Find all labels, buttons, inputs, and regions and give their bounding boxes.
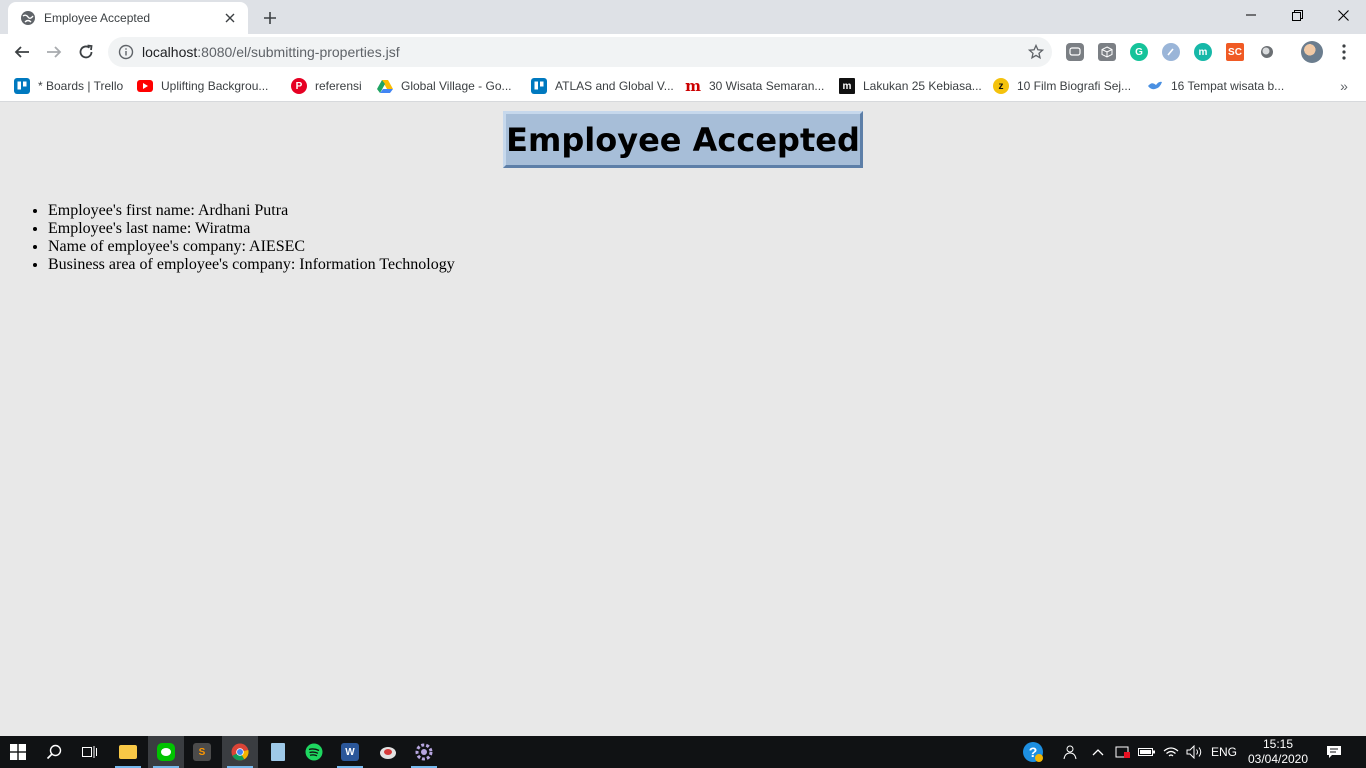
grammarly-icon[interactable]: G — [1130, 43, 1148, 61]
chevron-up-icon[interactable] — [1088, 736, 1108, 768]
bookmarks-bar: * Boards | Trello Uplifting Backgrou... … — [0, 70, 1366, 102]
chrome-icon[interactable] — [222, 736, 258, 768]
close-window-button[interactable] — [1320, 0, 1366, 30]
tab-strip: Employee Accepted — [0, 0, 1366, 34]
windows-start-icon[interactable] — [0, 736, 36, 768]
url-host: localhost — [142, 44, 198, 60]
star-icon[interactable] — [1028, 44, 1044, 60]
security-icon[interactable] — [1112, 736, 1134, 768]
bookmark-label: referensi — [315, 79, 362, 93]
back-button[interactable] — [8, 38, 36, 66]
clock[interactable]: 15:15 03/04/2020 — [1245, 737, 1311, 767]
bookmark-label: 30 Wisata Semaran... — [709, 79, 825, 93]
list-item: Employee's first name: Ardhani Putra — [48, 202, 455, 220]
trello-icon — [14, 78, 30, 94]
m-icon: m — [685, 77, 701, 95]
restore-button[interactable] — [1274, 0, 1320, 30]
browser-tab[interactable]: Employee Accepted — [8, 2, 248, 34]
battery-icon[interactable] — [1136, 736, 1158, 768]
reload-button[interactable] — [72, 38, 100, 66]
extension-sc-icon[interactable]: SC — [1226, 43, 1244, 61]
word-icon[interactable]: W — [332, 736, 368, 768]
trello-icon — [531, 78, 547, 94]
list-item: Employee's last name: Wiratma — [48, 220, 455, 238]
task-view-icon[interactable] — [72, 736, 108, 768]
page-title: Employee Accepted — [506, 120, 860, 159]
m-icon: m — [839, 78, 855, 94]
clock-date: 03/04/2020 — [1247, 752, 1309, 766]
new-tab-button[interactable] — [258, 6, 282, 30]
notifications-icon[interactable] — [1320, 736, 1348, 768]
employee-properties-list: Employee's first name: Ardhani Putra Emp… — [48, 202, 455, 274]
help-icon[interactable]: ? — [1020, 736, 1046, 768]
notepad-icon[interactable] — [260, 736, 296, 768]
bookmark-label: ATLAS and Global V... — [555, 79, 674, 93]
page-heading-box: Employee Accepted — [503, 111, 863, 168]
bookmark-item[interactable]: * Boards | Trello — [14, 76, 123, 96]
clock-time: 15:15 — [1262, 737, 1294, 751]
list-item: Business area of employee's company: Inf… — [48, 256, 455, 274]
app-icon[interactable] — [370, 736, 406, 768]
bookmark-item[interactable]: Global Village - Go... — [377, 76, 512, 96]
extension-chat-icon[interactable] — [1066, 43, 1084, 61]
people-icon[interactable] — [1058, 736, 1080, 768]
extension-m-icon[interactable]: m — [1194, 43, 1212, 61]
browser-toolbar: localhost:8080/el/submitting-properties.… — [0, 34, 1366, 70]
bird-icon — [1147, 78, 1163, 94]
bookmark-label: Global Village - Go... — [401, 79, 512, 93]
google-drive-icon — [377, 78, 393, 94]
youtube-icon — [137, 80, 153, 92]
bookmark-label: * Boards | Trello — [38, 79, 124, 93]
z-icon: z — [993, 78, 1009, 94]
extension-pen-icon[interactable] — [1162, 43, 1180, 61]
settings-icon[interactable] — [406, 736, 442, 768]
avatar[interactable] — [1301, 41, 1323, 63]
bookmark-label: Lakukan 25 Kebiasa... — [863, 79, 982, 93]
extension-circle-icon[interactable] — [1258, 43, 1276, 61]
bookmark-item[interactable]: P referensi — [291, 76, 362, 96]
language-indicator[interactable]: ENG — [1208, 736, 1240, 768]
minimize-button[interactable] — [1228, 0, 1274, 30]
spotify-icon[interactable] — [296, 736, 332, 768]
volume-icon[interactable] — [1184, 736, 1206, 768]
taskbar: S W ? ENG 15:15 03/04/2020 — [0, 736, 1366, 768]
bookmark-item[interactable]: Uplifting Backgrou... — [137, 76, 268, 96]
file-explorer-icon[interactable] — [110, 736, 146, 768]
forward-button[interactable] — [40, 38, 68, 66]
bookmark-item[interactable]: ATLAS and Global V... — [531, 76, 674, 96]
url-text: localhost:8080/el/submitting-properties.… — [142, 44, 400, 60]
pinterest-icon: P — [291, 78, 307, 94]
wifi-icon[interactable] — [1160, 736, 1182, 768]
search-icon[interactable] — [36, 736, 72, 768]
bookmark-label: Uplifting Backgrou... — [161, 79, 269, 93]
page-content: Employee Accepted Employee's first name:… — [0, 102, 1366, 736]
bookmark-item[interactable]: m Lakukan 25 Kebiasa... — [839, 76, 982, 96]
bookmark-label: 10 Film Biografi Sej... — [1017, 79, 1132, 93]
extension-cube-icon[interactable] — [1098, 43, 1116, 61]
close-icon[interactable] — [222, 10, 238, 26]
info-icon[interactable] — [118, 44, 134, 60]
list-item: Name of employee's company: AIESEC — [48, 238, 455, 256]
url-path: :8080/el/submitting-properties.jsf — [197, 44, 400, 60]
more-vert-icon[interactable] — [1334, 40, 1354, 64]
address-bar[interactable]: localhost:8080/el/submitting-properties.… — [108, 37, 1052, 67]
chevron-right-icon[interactable]: » — [1334, 76, 1354, 96]
globe-icon — [20, 10, 36, 26]
line-app-icon[interactable] — [148, 736, 184, 768]
sublime-text-icon[interactable]: S — [184, 736, 220, 768]
tab-title: Employee Accepted — [44, 11, 151, 25]
bookmark-item[interactable]: 16 Tempat wisata b... — [1147, 76, 1284, 96]
bookmark-label: 16 Tempat wisata b... — [1171, 79, 1285, 93]
bookmark-item[interactable]: m 30 Wisata Semaran... — [685, 76, 824, 96]
bookmark-item[interactable]: z 10 Film Biografi Sej... — [993, 76, 1131, 96]
